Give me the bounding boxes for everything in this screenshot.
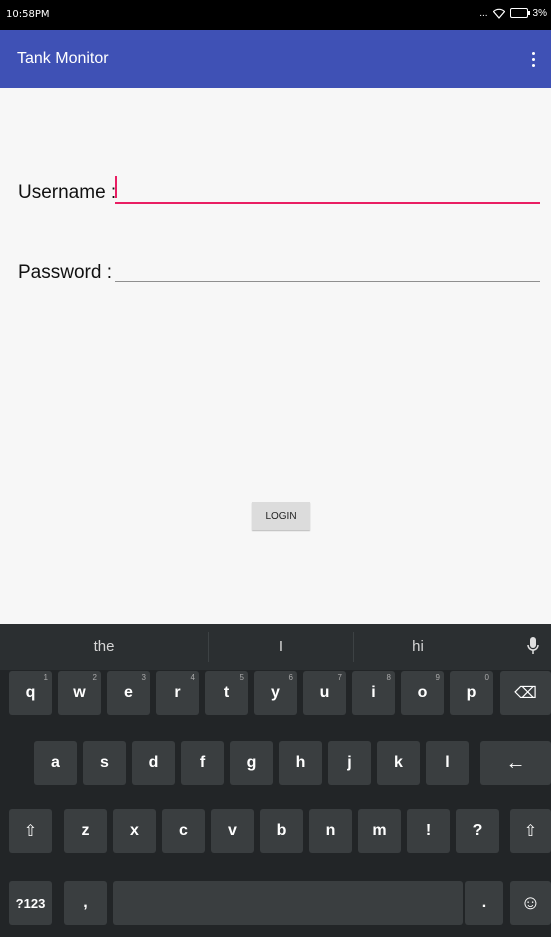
app-bar: Tank Monitor xyxy=(0,30,551,88)
mic-icon[interactable] xyxy=(527,636,539,656)
key-exclamation[interactable]: ! xyxy=(407,809,450,853)
key-f[interactable]: f xyxy=(181,741,224,785)
key-label: u xyxy=(319,684,330,701)
space-key[interactable] xyxy=(113,881,463,925)
text-cursor xyxy=(115,176,117,198)
key-hint: 6 xyxy=(288,673,293,682)
key-v[interactable]: v xyxy=(211,809,254,853)
emoji-key[interactable]: ☺ xyxy=(510,881,551,925)
key-hint: 9 xyxy=(435,673,440,682)
key-label: r xyxy=(174,684,181,701)
key-label: e xyxy=(124,684,133,701)
login-button[interactable]: LOGIN xyxy=(252,502,310,530)
key-hint: 3 xyxy=(141,673,146,682)
comma-key[interactable]: , xyxy=(64,881,107,925)
key-d[interactable]: d xyxy=(132,741,175,785)
battery-percent: 3% xyxy=(532,7,547,19)
username-label: Username : xyxy=(18,182,117,203)
emoji-icon: ☺ xyxy=(520,891,541,914)
password-label: Password : xyxy=(18,262,112,283)
key-e[interactable]: e3 xyxy=(107,671,150,715)
soft-keyboard: the I hi q1 w2 e3 r4 t5 y6 u7 i8 o9 p0 ⌫… xyxy=(0,624,551,937)
key-l[interactable]: l xyxy=(426,741,469,785)
shift-key-right[interactable]: ⇧ xyxy=(510,809,551,853)
key-label: y xyxy=(271,684,280,701)
key-c[interactable]: c xyxy=(162,809,205,853)
key-o[interactable]: o9 xyxy=(401,671,444,715)
key-label: i xyxy=(371,684,376,701)
key-r[interactable]: r4 xyxy=(156,671,199,715)
key-q[interactable]: q1 xyxy=(9,671,52,715)
key-s[interactable]: s xyxy=(83,741,126,785)
key-m[interactable]: m xyxy=(358,809,401,853)
key-hint: 4 xyxy=(190,673,195,682)
key-label: o xyxy=(417,684,428,701)
username-field[interactable] xyxy=(115,178,540,204)
suggestion-item[interactable]: the xyxy=(0,624,208,670)
shift-icon: ⇧ xyxy=(523,823,538,840)
key-n[interactable]: n xyxy=(309,809,352,853)
shift-icon: ⇧ xyxy=(23,823,38,840)
period-key[interactable]: . xyxy=(465,881,503,925)
suggestion-strip: the I hi xyxy=(0,624,551,670)
key-j[interactable]: j xyxy=(328,741,371,785)
status-bar: 10:58PM ... 3% xyxy=(0,0,551,30)
shift-key-left[interactable]: ⇧ xyxy=(9,809,52,853)
symbols-key[interactable]: ?123 xyxy=(9,881,52,925)
app-title: Tank Monitor xyxy=(17,50,109,67)
key-hint: 5 xyxy=(239,673,244,682)
key-w[interactable]: w2 xyxy=(58,671,101,715)
key-label: w xyxy=(73,684,86,701)
key-p[interactable]: p0 xyxy=(450,671,493,715)
key-u[interactable]: u7 xyxy=(303,671,346,715)
password-field[interactable] xyxy=(115,257,540,282)
key-x[interactable]: x xyxy=(113,809,156,853)
key-y[interactable]: y6 xyxy=(254,671,297,715)
backspace-icon: ⌫ xyxy=(514,685,537,702)
key-question[interactable]: ? xyxy=(456,809,499,853)
status-icons: ... 3% xyxy=(479,7,547,19)
suggestion-item[interactable]: hi xyxy=(354,624,482,670)
enter-icon: ← xyxy=(505,751,526,774)
key-hint: 0 xyxy=(484,673,489,682)
key-i[interactable]: i8 xyxy=(352,671,395,715)
suggestion-item-label: I xyxy=(278,638,284,655)
key-label: t xyxy=(223,684,230,701)
key-label: q xyxy=(25,684,36,701)
key-k[interactable]: k xyxy=(377,741,420,785)
key-g[interactable]: g xyxy=(230,741,273,785)
key-t[interactable]: t5 xyxy=(205,671,248,715)
screen: 10:58PM ... 3% Tank Monitor Username : P… xyxy=(0,0,551,937)
status-time: 10:58PM xyxy=(6,9,50,20)
key-hint: 1 xyxy=(43,673,48,682)
backspace-key[interactable]: ⌫ xyxy=(500,671,551,715)
wifi-icon xyxy=(492,8,505,19)
overflow-menu-icon[interactable] xyxy=(525,47,541,71)
key-hint: 2 xyxy=(92,673,97,682)
key-hint: 8 xyxy=(386,673,391,682)
key-a[interactable]: a xyxy=(34,741,77,785)
battery-icon xyxy=(509,8,530,18)
key-h[interactable]: h xyxy=(279,741,322,785)
key-z[interactable]: z xyxy=(64,809,107,853)
key-hint: 7 xyxy=(337,673,342,682)
key-b[interactable]: b xyxy=(260,809,303,853)
status-overflow: ... xyxy=(479,7,488,19)
suggestion-item[interactable]: I xyxy=(209,624,353,670)
enter-key[interactable]: ← xyxy=(480,741,551,785)
key-label: p xyxy=(466,684,477,701)
